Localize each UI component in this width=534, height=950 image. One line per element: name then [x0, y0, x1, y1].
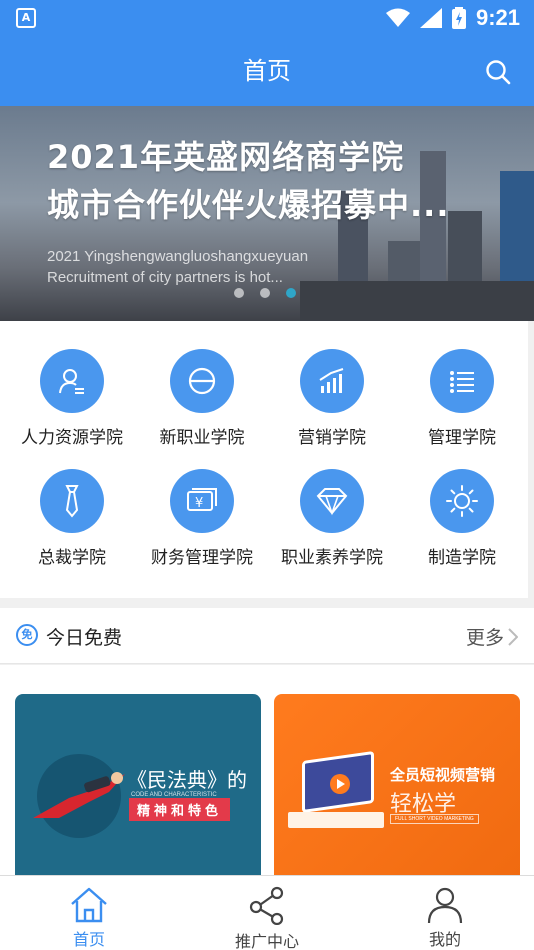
category-label: 管理学院 — [428, 428, 496, 448]
course-tag: 精神和特色 — [129, 798, 231, 821]
category-label: 职业素养学院 — [281, 548, 383, 568]
banner-pagination — [234, 288, 296, 298]
clock-time: 9:21 — [475, 5, 520, 30]
category-icon-circle — [430, 469, 494, 533]
course-illustration-desk — [288, 812, 384, 828]
banner-headline-line1: 2021年英盛网络商学院 — [47, 138, 405, 176]
video-play-illustration — [330, 774, 350, 794]
category-new-career[interactable]: 新职业学院 — [137, 349, 267, 448]
status-icons: 9:21 — [385, 4, 520, 32]
category-icon-circle — [40, 469, 104, 533]
wifi-icon — [385, 8, 410, 27]
free-course-list: 《民法典》的 CODE AND CHARACTERISTIC 精神和特色 全员短… — [0, 665, 534, 884]
category-icon-circle — [300, 349, 364, 413]
category-icon-circle — [430, 349, 494, 413]
svg-text:¥: ¥ — [195, 496, 203, 511]
category-marketing[interactable]: 营销学院 — [267, 349, 397, 448]
more-link[interactable]: 更多 — [466, 623, 504, 650]
category-label: 新职业学院 — [159, 428, 245, 448]
hr-person-icon — [59, 369, 84, 394]
page-title: 首页 — [243, 57, 291, 85]
category-icon-circle — [300, 469, 364, 533]
new-career-icon — [188, 367, 216, 395]
course-title: 全员短视频营销 — [390, 766, 496, 784]
banner-english-line1: 2021 Yingshengwangluoshangxueyuan — [47, 248, 309, 265]
category-hr[interactable]: 人力资源学院 — [7, 349, 137, 448]
category-label: 制造学院 — [428, 548, 496, 568]
course-subtitle: FULL SHORT VIDEO MARKETING — [390, 814, 479, 824]
tie-icon — [65, 485, 79, 518]
category-label: 人力资源学院 — [21, 428, 123, 448]
app-bar: 首页 — [0, 36, 534, 106]
banner-building — [300, 281, 534, 321]
category-icon-circle: ¥ — [170, 469, 234, 533]
banner-headline-line2: 城市合作伙伴火爆招募中... — [47, 186, 450, 224]
category-ceo[interactable]: 总裁学院 — [7, 469, 137, 568]
category-grid: 人力资源学院 新职业学院 营销学院 管理学院 总裁学院 ¥ 财务管理学院 职业素… — [0, 321, 528, 598]
share-icon — [249, 886, 284, 925]
tab-label: 首页 — [72, 930, 105, 949]
management-list-icon — [450, 371, 474, 393]
category-finance[interactable]: ¥ 财务管理学院 — [137, 469, 267, 568]
free-today-header: 免 今日免费 更多 — [0, 608, 534, 664]
search-icon[interactable] — [484, 58, 512, 86]
app-notification-icon: A — [16, 8, 36, 28]
profile-icon — [427, 887, 463, 924]
category-professional[interactable]: 职业素养学院 — [267, 469, 397, 568]
banner-dot-active[interactable] — [286, 288, 296, 298]
banner-english-line2: Recruitment of city partners is hot... — [47, 269, 283, 286]
tab-home[interactable]: 首页 — [0, 876, 178, 950]
battery-icon — [451, 7, 466, 29]
diamond-icon — [316, 488, 348, 516]
category-label: 财务管理学院 — [151, 548, 253, 568]
free-badge-icon: 免 — [16, 624, 38, 646]
category-manufacturing[interactable]: 制造学院 — [397, 469, 527, 568]
tab-label: 推广中心 — [234, 932, 299, 950]
category-icon-circle — [170, 349, 234, 413]
tab-label: 我的 — [428, 930, 461, 949]
status-bar: A 9:21 — [0, 0, 534, 36]
course-card-short-video[interactable]: 全员短视频营销 轻松学 FULL SHORT VIDEO MARKETING — [274, 694, 520, 884]
tab-promotion[interactable]: 推广中心 — [178, 876, 356, 950]
banner-dot[interactable] — [234, 288, 244, 298]
banner-dot[interactable] — [260, 288, 270, 298]
course-title: 《民法典》的 — [127, 768, 247, 792]
bottom-tab-bar: 首页 推广中心 我的 — [0, 875, 534, 950]
tab-profile[interactable]: 我的 — [356, 876, 534, 950]
chevron-right-icon[interactable] — [508, 628, 518, 646]
signal-icon — [419, 8, 442, 28]
finance-yen-icon: ¥ — [187, 488, 217, 511]
promo-banner[interactable]: 2021年英盛网络商学院 城市合作伙伴火爆招募中... 2021 Yingshe… — [0, 106, 534, 321]
superhero-illustration — [33, 772, 125, 818]
sun-gear-icon — [446, 485, 478, 517]
home-icon — [71, 887, 107, 923]
category-label: 总裁学院 — [38, 548, 106, 568]
course-card-civil-code[interactable]: 《民法典》的 CODE AND CHARACTERISTIC 精神和特色 — [15, 694, 261, 884]
category-icon-circle — [40, 349, 104, 413]
category-label: 营销学院 — [298, 428, 366, 448]
category-management[interactable]: 管理学院 — [397, 349, 527, 448]
marketing-chart-icon — [319, 368, 344, 393]
section-title: 今日免费 — [46, 627, 123, 649]
